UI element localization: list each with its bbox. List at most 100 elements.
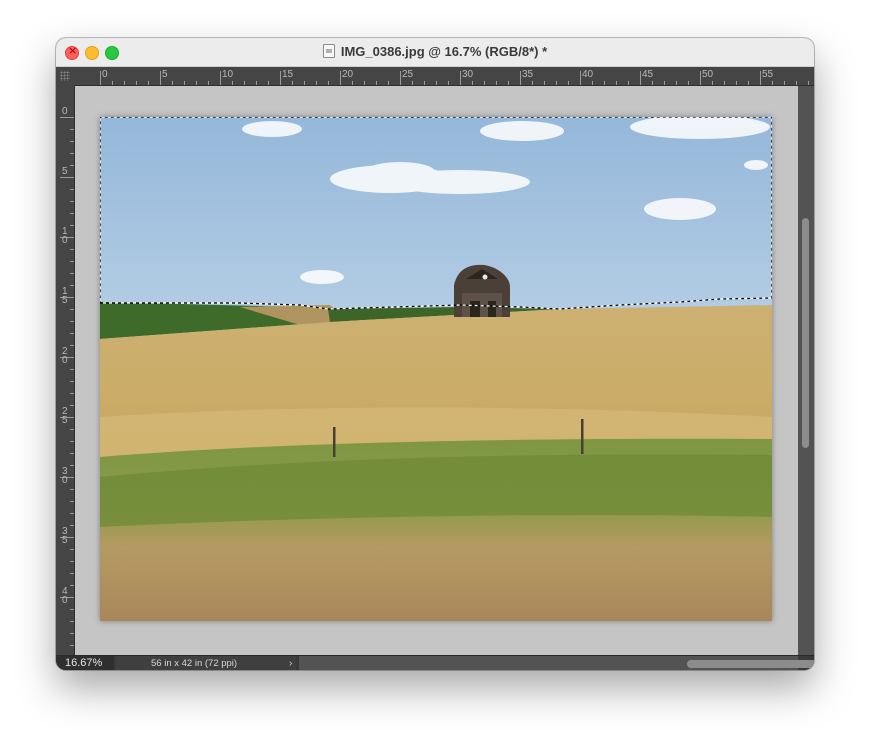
fence-post-left xyxy=(333,427,336,457)
ruler-minor-tick xyxy=(70,393,74,394)
ruler-minor-tick xyxy=(196,81,197,85)
ruler-minor-tick xyxy=(70,381,74,382)
ruler-major-tick xyxy=(60,177,74,178)
ruler-minor-tick xyxy=(388,81,389,85)
ruler-minor-tick xyxy=(70,429,74,430)
ruler-minor-tick xyxy=(70,453,74,454)
ruler-label: 15 xyxy=(282,69,294,80)
ruler-label: 5 xyxy=(162,69,168,80)
ruler-label: 20 xyxy=(62,346,68,366)
ruler-major-tick xyxy=(340,71,341,85)
barn xyxy=(454,264,510,317)
ruler-major-tick xyxy=(700,71,701,85)
ruler-minor-tick xyxy=(448,81,449,85)
ruler-minor-tick xyxy=(136,81,137,85)
vertical-ruler[interactable]: 0 5 10 15 20 25 30 35 40 xyxy=(56,85,75,655)
ruler-minor-tick xyxy=(808,81,809,85)
ruler-minor-tick xyxy=(796,81,797,85)
pasteboard[interactable] xyxy=(75,86,798,655)
ruler-minor-tick xyxy=(364,81,365,85)
ruler-minor-tick xyxy=(70,153,74,154)
ruler-label: 0 xyxy=(62,106,68,117)
ruler-minor-tick xyxy=(208,81,209,85)
ruler-minor-tick xyxy=(544,81,545,85)
ruler-minor-tick xyxy=(604,81,605,85)
ruler-minor-tick xyxy=(70,513,74,514)
ruler-minor-tick xyxy=(496,81,497,85)
document-info[interactable]: 56 in x 42 in (72 ppi) xyxy=(116,656,296,670)
ruler-major-tick xyxy=(580,71,581,85)
ruler-minor-tick xyxy=(70,225,74,226)
ruler-minor-tick xyxy=(652,81,653,85)
ruler-minor-tick xyxy=(616,81,617,85)
ruler-minor-tick xyxy=(70,141,74,142)
ruler-label: 30 xyxy=(462,69,474,80)
ruler-minor-tick xyxy=(70,213,74,214)
status-bar: 16.67% 56 in x 42 in (72 ppi) › xyxy=(56,655,814,670)
ruler-label: 35 xyxy=(522,69,534,80)
horizontal-scrollbar[interactable] xyxy=(299,656,814,670)
ruler-major-tick xyxy=(520,71,521,85)
ruler-label: 50 xyxy=(702,69,714,80)
ruler-label: 40 xyxy=(62,586,68,606)
horizontal-ruler[interactable]: 0 5 10 15 20 25 30 35 40 45 50 55 xyxy=(74,67,814,86)
ruler-minor-tick xyxy=(70,633,74,634)
barn-landscape-photo[interactable] xyxy=(100,117,772,621)
chevron-right-icon[interactable]: › xyxy=(289,656,292,670)
ruler-minor-tick xyxy=(568,81,569,85)
ruler-label: 45 xyxy=(642,69,654,80)
ruler-minor-tick xyxy=(70,621,74,622)
photo-canvas xyxy=(100,117,772,621)
ruler-minor-tick xyxy=(70,573,74,574)
ruler-minor-tick xyxy=(712,81,713,85)
horizontal-scrollbar-thumb[interactable] xyxy=(687,660,814,668)
ruler-label: 20 xyxy=(342,69,354,80)
ruler-minor-tick xyxy=(472,81,473,85)
ruler-origin-corner[interactable] xyxy=(56,67,75,86)
ruler-label: 40 xyxy=(582,69,594,80)
ruler-minor-tick xyxy=(70,501,74,502)
ruler-label: 25 xyxy=(402,69,414,80)
ruler-minor-tick xyxy=(70,645,74,646)
zoom-level-field[interactable]: 16.67% xyxy=(56,656,114,670)
photoshop-document-window: IMG_0386.jpg @ 16.7% (RGB/8*) * 0 5 10 15 20… xyxy=(56,38,814,670)
ruler-minor-tick xyxy=(436,81,437,85)
ruler-minor-tick xyxy=(556,81,557,85)
title-bar[interactable]: IMG_0386.jpg @ 16.7% (RGB/8*) * xyxy=(56,38,814,67)
ruler-minor-tick xyxy=(184,81,185,85)
ruler-label: 5 xyxy=(62,166,68,177)
ruler-minor-tick xyxy=(268,81,269,85)
ruler-minor-tick xyxy=(70,309,74,310)
ruler-minor-tick xyxy=(748,81,749,85)
ruler-major-tick xyxy=(400,71,401,85)
ruler-minor-tick xyxy=(172,81,173,85)
ruler-minor-tick xyxy=(304,81,305,85)
ruler-minor-tick xyxy=(70,585,74,586)
ruler-minor-tick xyxy=(124,81,125,85)
ruler-minor-tick xyxy=(232,81,233,85)
ruler-minor-tick xyxy=(70,525,74,526)
ruler-minor-tick xyxy=(328,81,329,85)
ruler-minor-tick xyxy=(70,465,74,466)
ruler-minor-tick xyxy=(316,81,317,85)
ruler-minor-tick xyxy=(70,321,74,322)
ruler-minor-tick xyxy=(244,81,245,85)
ruler-minor-tick xyxy=(70,489,74,490)
ruler-label: 30 xyxy=(62,466,68,486)
ruler-minor-tick xyxy=(148,81,149,85)
ruler-minor-tick xyxy=(352,81,353,85)
ruler-major-tick xyxy=(640,71,641,85)
document-icon xyxy=(322,44,335,58)
ruler-major-tick xyxy=(160,71,161,85)
ruler-minor-tick xyxy=(592,81,593,85)
window-title-text: IMG_0386.jpg @ 16.7% (RGB/8*) * xyxy=(340,44,548,59)
ruler-minor-tick xyxy=(292,81,293,85)
ruler-minor-tick xyxy=(424,81,425,85)
vertical-scrollbar-thumb[interactable] xyxy=(802,218,809,448)
ruler-major-tick xyxy=(460,71,461,85)
ruler-minor-tick xyxy=(70,345,74,346)
ruler-major-tick xyxy=(760,71,761,85)
ruler-minor-tick xyxy=(724,81,725,85)
ruler-minor-tick xyxy=(70,369,74,370)
ruler-minor-tick xyxy=(736,81,737,85)
